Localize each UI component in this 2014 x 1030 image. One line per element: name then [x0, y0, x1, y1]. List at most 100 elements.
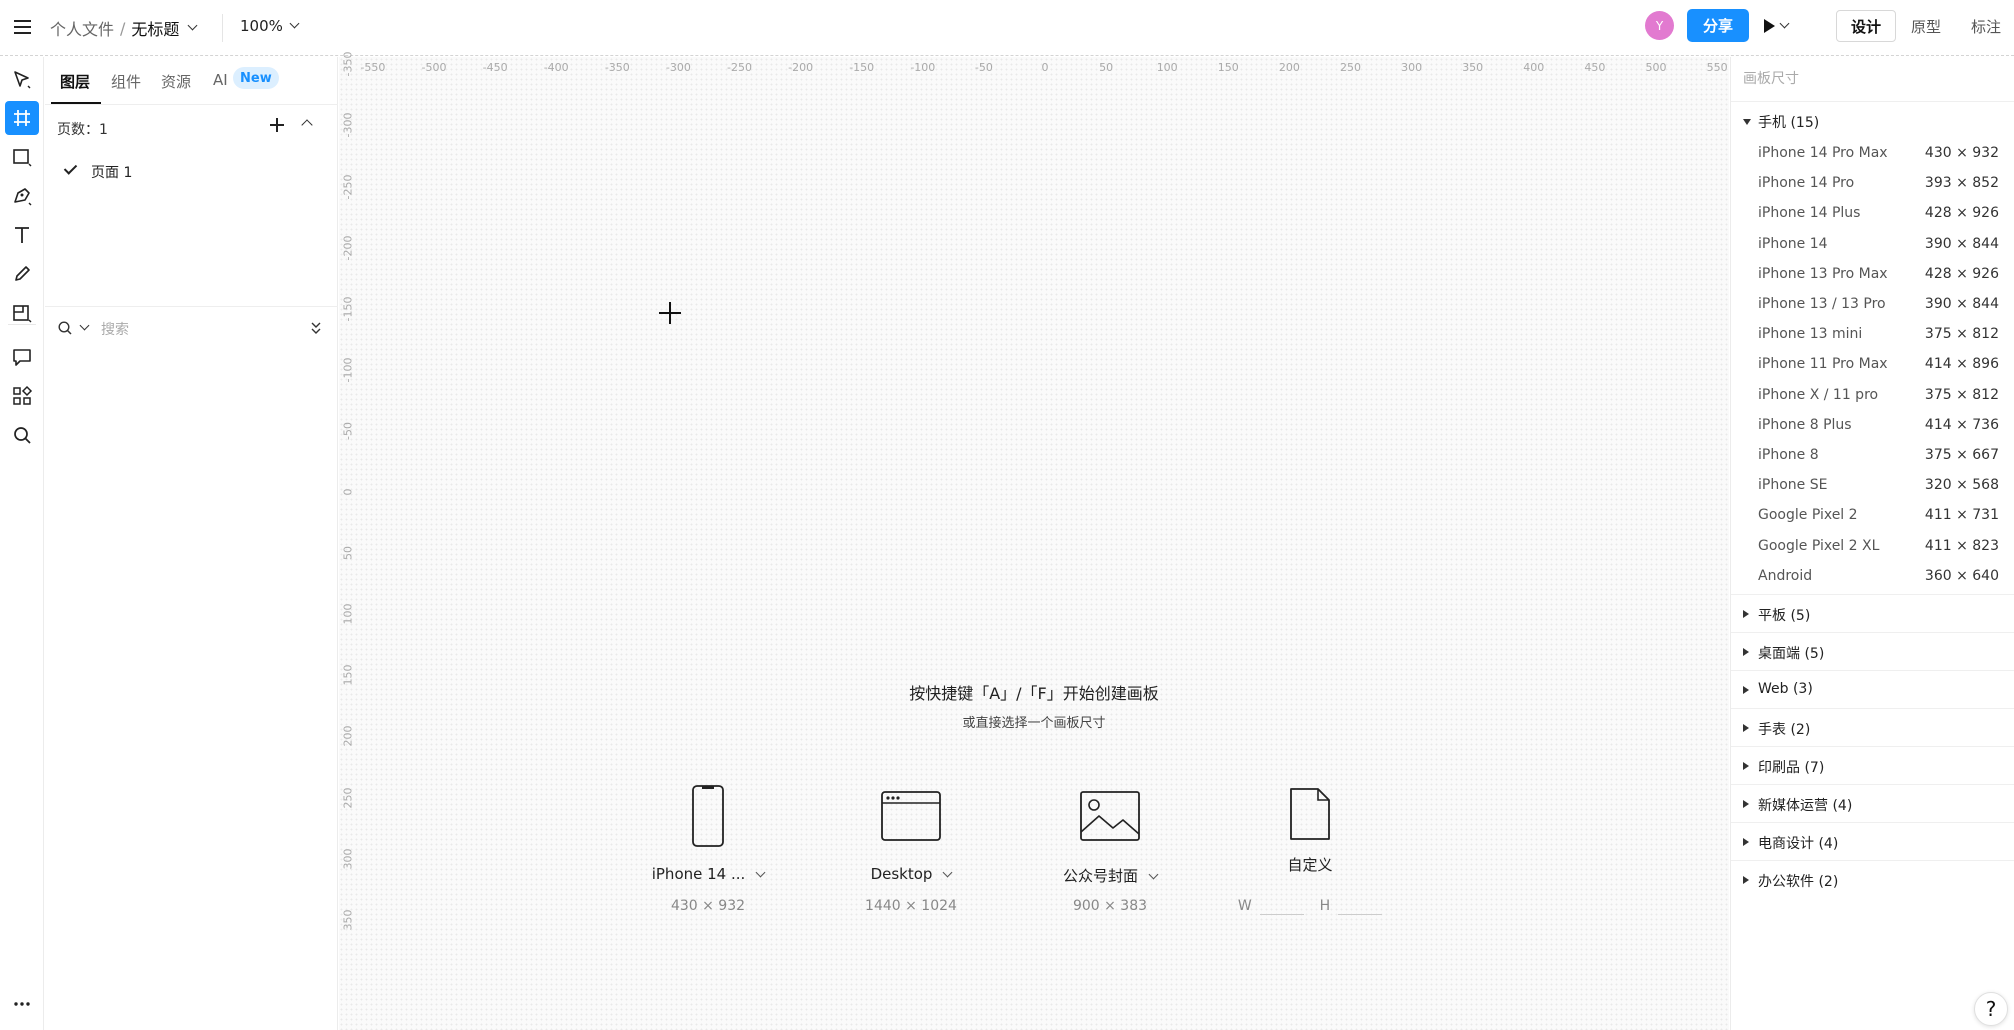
chevron-down-icon[interactable]: [1148, 869, 1159, 880]
size-preset-dimensions: 360 × 640: [1924, 567, 1999, 584]
chevron-down-icon: [289, 18, 300, 28]
file-title[interactable]: 无标题: [131, 16, 179, 40]
size-group-label: 桌面端 (5): [1758, 646, 1825, 662]
width-input[interactable]: [1259, 898, 1304, 915]
size-preset-item[interactable]: Google Pixel 2 411 × 731: [1731, 501, 2014, 531]
size-preset-item[interactable]: iPhone 14 Pro 393 × 852: [1731, 169, 2014, 199]
size-preset-item[interactable]: iPhone 11 Pro Max 414 × 896: [1731, 350, 2014, 380]
size-preset-item[interactable]: iPhone 14 Pro Max 430 × 932: [1731, 139, 2014, 169]
size-preset-dimensions: 390 × 844: [1924, 296, 1999, 312]
size-preset-item[interactable]: iPhone SE 320 × 568: [1731, 471, 2014, 501]
size-group-label: 手机 (15): [1758, 115, 1820, 131]
breadcrumb-folder[interactable]: 个人文件: [50, 16, 114, 40]
ruler-tick-label: -250: [341, 174, 355, 199]
size-preset-item[interactable]: Android 360 × 640: [1731, 562, 2014, 592]
ruler-tick-label: -200: [788, 61, 814, 74]
size-group[interactable]: 手表 (2): [1731, 708, 2014, 746]
preset-name: iPhone 14 ...: [651, 865, 746, 883]
tab-annotate[interactable]: 标注: [1956, 10, 2014, 42]
chevron-down-icon[interactable]: [79, 320, 90, 331]
size-preset-item[interactable]: iPhone 8 Plus 414 × 736: [1731, 411, 2014, 441]
tab-ai[interactable]: AI: [213, 71, 228, 89]
share-button[interactable]: 分享: [1687, 9, 1749, 42]
ruler-tick-label: -150: [849, 61, 875, 74]
frame-tool-icon[interactable]: [5, 101, 39, 135]
height-input[interactable]: [1338, 898, 1383, 915]
size-group-label: 印刷品 (7): [1758, 760, 1825, 776]
size-preset-item[interactable]: iPhone X / 11 pro 375 × 812: [1731, 381, 2014, 411]
size-group[interactable]: Web (3): [1731, 670, 2014, 708]
size-preset-item[interactable]: iPhone 13 mini 375 × 812: [1731, 320, 2014, 350]
tab-prototype[interactable]: 原型: [1896, 10, 1956, 42]
empty-canvas-hint: 按快捷键「A」/「F」开始创建画板: [909, 684, 1159, 703]
preset-desktop[interactable]: Desktop 1440 × 1024: [826, 784, 996, 924]
ruler-tick-label: 350: [341, 909, 355, 931]
size-preset-item[interactable]: iPhone 14 390 × 844: [1731, 230, 2014, 260]
canvas[interactable]: -550 -500 -450 -400 -350 -300 -250 -200 -150 -100…: [339, 52, 1729, 1030]
main-menu-icon[interactable]: [8, 13, 36, 41]
comment-tool-icon[interactable]: [5, 340, 39, 374]
chevron-down-icon: [1779, 18, 1790, 28]
size-preset-name: Google Pixel 2: [1758, 507, 1858, 524]
text-tool-icon[interactable]: [5, 218, 39, 252]
size-group[interactable]: 电商设计 (4): [1731, 822, 2014, 860]
more-icon[interactable]: [5, 987, 39, 1021]
tab-layers[interactable]: 图层: [60, 71, 90, 92]
layer-search[interactable]: 搜索: [57, 318, 327, 342]
plugins-icon[interactable]: [5, 379, 39, 413]
size-preset-item[interactable]: iPhone 13 / 13 Pro 390 × 844: [1731, 290, 2014, 320]
tool-bar: [0, 57, 44, 1030]
preview-play-button[interactable]: [1764, 13, 1804, 39]
size-preset-item[interactable]: iPhone 8 375 × 667: [1731, 441, 2014, 471]
breadcrumb-separator: /: [120, 18, 126, 38]
size-preset-dimensions: 393 × 852: [1924, 175, 1999, 192]
expand-all-icon[interactable]: [309, 320, 323, 336]
page-item[interactable]: 页面 1: [45, 157, 338, 189]
tab-assets[interactable]: 资源: [161, 71, 191, 92]
preset-wechat-cover[interactable]: 公众号封面 900 × 383: [1025, 784, 1195, 924]
tab-components[interactable]: 组件: [111, 71, 141, 92]
size-preset-item[interactable]: iPhone 14 Plus 428 × 926: [1731, 199, 2014, 229]
chevron-down-icon[interactable]: [187, 20, 198, 30]
tab-design[interactable]: 设计: [1836, 10, 1896, 42]
phone-icon: [692, 785, 724, 847]
chevron-down-icon[interactable]: [942, 867, 953, 878]
pencil-tool-icon[interactable]: [5, 257, 39, 291]
chevron-up-icon[interactable]: [301, 119, 313, 131]
browser-window-icon: [881, 791, 941, 841]
size-group-label: 新媒体运营 (4): [1758, 798, 1853, 814]
size-group[interactable]: 桌面端 (5): [1731, 632, 2014, 670]
size-preset-name: iPhone X / 11 pro: [1758, 386, 1879, 403]
preset-custom[interactable]: 自定义 W H: [1225, 784, 1395, 924]
size-group[interactable]: 办公软件 (2): [1731, 860, 2014, 898]
size-group[interactable]: 印刷品 (7): [1731, 746, 2014, 784]
ruler-tick-label: 550: [1706, 61, 1728, 74]
add-page-icon[interactable]: [267, 115, 287, 135]
size-preset-dimensions: 375 × 812: [1924, 326, 1999, 343]
search-input[interactable]: 搜索: [101, 319, 129, 339]
pen-tool-icon[interactable]: [5, 179, 39, 213]
preset-iphone[interactable]: iPhone 14 ... 430 × 932: [623, 784, 793, 924]
help-button[interactable]: ?: [1974, 992, 2008, 1026]
caret-right-icon: [1743, 610, 1749, 618]
ruler-tick-label: 300: [1401, 61, 1423, 74]
size-group[interactable]: 新媒体运营 (4): [1731, 784, 2014, 822]
ruler-tick-label: 50: [1099, 61, 1114, 74]
avatar[interactable]: Y: [1645, 11, 1674, 40]
search-icon[interactable]: [5, 418, 39, 452]
size-preset-name: iPhone SE: [1758, 477, 1828, 494]
ruler-tick-label: -50: [974, 61, 993, 74]
size-preset-name: iPhone 14 Plus: [1758, 205, 1861, 222]
size-preset-item[interactable]: iPhone 13 Pro Max 428 × 926: [1731, 260, 2014, 290]
preset-name: 公众号封面: [1062, 867, 1138, 885]
size-preset-item[interactable]: Google Pixel 2 XL 411 × 823: [1731, 532, 2014, 562]
chevron-down-icon[interactable]: [755, 867, 766, 878]
size-group[interactable]: 手机 (15): [1731, 101, 2014, 139]
move-tool-icon[interactable]: [5, 63, 39, 97]
size-group-label: 办公软件 (2): [1758, 874, 1839, 890]
zoom-dropdown[interactable]: 100%: [240, 17, 300, 35]
size-preset-name: Google Pixel 2 XL: [1758, 537, 1880, 554]
size-group[interactable]: 平板 (5): [1731, 594, 2014, 632]
rectangle-tool-icon[interactable]: [5, 140, 39, 174]
ruler-tick-label: 50: [341, 546, 355, 561]
